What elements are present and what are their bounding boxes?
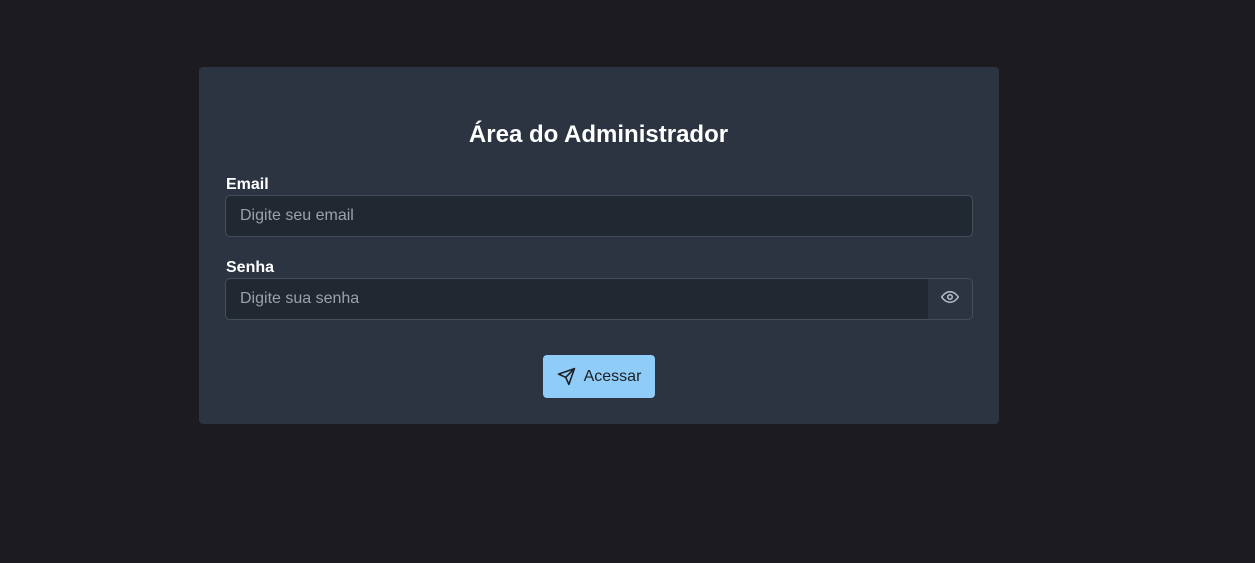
page-title: Área do Administrador [468,121,729,148]
email-label: Email [226,176,269,193]
toggle-password-visibility-button[interactable] [928,278,973,320]
password-field[interactable] [225,278,929,320]
submit-button[interactable]: Acessar [543,355,655,398]
send-icon [557,367,576,386]
email-field[interactable] [225,195,973,237]
eye-icon [941,288,959,311]
submit-button-label: Acessar [583,367,642,385]
password-label: Senha [226,259,275,276]
